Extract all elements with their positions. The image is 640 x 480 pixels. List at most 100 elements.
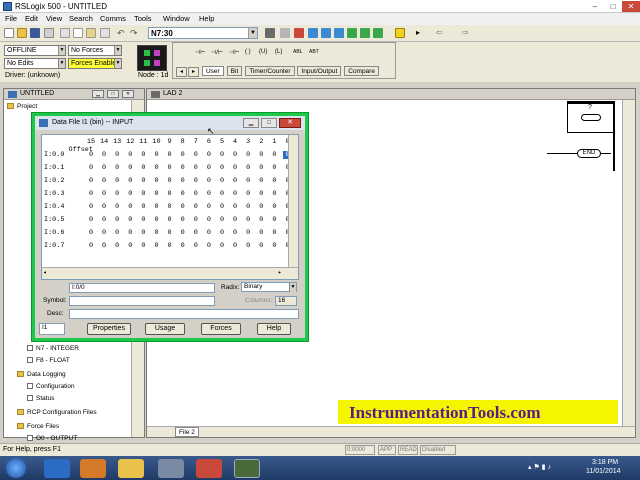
bit-cell[interactable]: 0	[217, 164, 227, 172]
explorer-taskbar-icon[interactable]	[118, 459, 144, 478]
tab-user[interactable]: User	[201, 66, 224, 76]
bit-cell[interactable]: 0	[152, 151, 162, 159]
dialog-maximize-button[interactable]: □	[261, 118, 277, 128]
bit-cell[interactable]: 0	[86, 151, 96, 159]
chevron-down-icon[interactable]: ▼	[248, 28, 257, 38]
tree-item[interactable]: RCP Configuration Files	[17, 409, 97, 416]
bit-cell[interactable]: 0	[243, 190, 253, 198]
chevron-down-icon[interactable]: ▼	[58, 59, 65, 68]
undo-icon[interactable]: ↶	[117, 28, 127, 38]
save-icon[interactable]	[30, 28, 40, 38]
rung-output-box[interactable]: ?	[567, 103, 615, 133]
tree-item[interactable]: Force Files	[17, 423, 59, 430]
maximize-button[interactable]: □	[604, 1, 622, 12]
bit-cell[interactable]: 0	[230, 203, 240, 211]
bit-cell[interactable]: 0	[178, 216, 188, 224]
bit-cell[interactable]: 0	[112, 216, 122, 224]
menu-file[interactable]: File	[5, 14, 17, 23]
bit-cell[interactable]: 0	[112, 177, 122, 185]
bit-cell[interactable]: 0	[112, 242, 122, 250]
tab-scroll-right-icon[interactable]: ▸	[188, 67, 200, 77]
bit-cell[interactable]: 0	[191, 151, 201, 159]
bit-cell[interactable]: 0	[86, 177, 96, 185]
bit-cell[interactable]: 0	[243, 164, 253, 172]
bit-cell[interactable]: 0	[152, 177, 162, 185]
bit-cell[interactable]: 0	[112, 164, 122, 172]
bit-cell[interactable]: 0	[125, 177, 135, 185]
bit-cell[interactable]: 0	[178, 242, 188, 250]
find-prev-icon[interactable]	[360, 28, 370, 38]
menu-tools[interactable]: Tools	[134, 14, 152, 23]
panel-minimize-button[interactable]: ▁	[92, 90, 104, 98]
bit-cell[interactable]: 0	[269, 190, 279, 198]
bit-cell[interactable]: 0	[112, 151, 122, 159]
menu-view[interactable]: View	[46, 14, 62, 23]
bit-cell[interactable]: 0	[256, 151, 266, 159]
instr-xic[interactable]: ⊣⊢	[195, 49, 205, 56]
ladder-scrollbar[interactable]	[622, 100, 635, 426]
bit-cell[interactable]: 0	[86, 242, 96, 250]
bit-cell[interactable]: 0	[138, 203, 148, 211]
chevron-down-icon[interactable]: ▼	[114, 46, 121, 55]
bit-cell[interactable]: 0	[178, 229, 188, 237]
columns-combo[interactable]: 16	[275, 296, 297, 306]
cross-reference-icon[interactable]	[373, 28, 383, 38]
symbol-field[interactable]	[69, 296, 215, 306]
bit-cell[interactable]: 0	[204, 190, 214, 198]
bit-cell[interactable]: 0	[152, 190, 162, 198]
tree-item[interactable]: Configuration	[27, 383, 75, 390]
search-icon[interactable]	[280, 28, 290, 38]
close-button[interactable]: ✕	[622, 1, 640, 12]
bit-cell[interactable]: 0	[204, 151, 214, 159]
bit-cell[interactable]: 0	[230, 151, 240, 159]
radix-combo[interactable]: Binary ▼	[241, 282, 297, 292]
bit-cell[interactable]: 0	[152, 242, 162, 250]
bit-cell[interactable]: 0	[165, 242, 175, 250]
chevron-down-icon[interactable]: ▼	[289, 283, 296, 292]
forward-arrow-icon[interactable]: ⇨	[462, 28, 472, 38]
search-replace-icon[interactable]	[294, 28, 304, 38]
copy-icon[interactable]	[73, 28, 83, 38]
instr-abt[interactable]: ABT	[309, 49, 319, 55]
bit-cell[interactable]: 0	[125, 203, 135, 211]
bit-cell[interactable]: 0	[269, 164, 279, 172]
bit-cell[interactable]: 0	[99, 151, 109, 159]
bit-cell[interactable]: 0	[256, 242, 266, 250]
address-field[interactable]: I:0/0	[69, 283, 215, 293]
program-icon[interactable]	[395, 28, 405, 38]
bit-cell[interactable]: 0	[99, 203, 109, 211]
bit-cell[interactable]: 0	[256, 229, 266, 237]
bit-cell[interactable]: 0	[138, 190, 148, 198]
bit-cell[interactable]: 0	[99, 216, 109, 224]
instr-xio[interactable]: ⊣/⊢	[211, 49, 223, 56]
open-folder-icon[interactable]	[17, 28, 27, 38]
bit-cell[interactable]: 0	[256, 190, 266, 198]
zoom-in-icon[interactable]	[308, 28, 318, 38]
bit-cell[interactable]: 0	[243, 229, 253, 237]
grid-hscrollbar[interactable]: ◂ ▸	[42, 267, 298, 279]
bit-cell[interactable]: 0	[256, 164, 266, 172]
file-number-spinner[interactable]: I1	[39, 323, 65, 335]
bit-cell[interactable]: 0	[217, 151, 227, 159]
bit-cell[interactable]: 0	[165, 164, 175, 172]
tab-timer-counter[interactable]: Timer/Counter	[245, 66, 295, 76]
bit-cell[interactable]: 0	[269, 177, 279, 185]
menu-help[interactable]: Help	[199, 14, 214, 23]
bit-cell[interactable]: 0	[230, 164, 240, 172]
start-button-icon[interactable]	[6, 458, 26, 478]
bit-cell[interactable]: 0	[217, 177, 227, 185]
play-icon[interactable]: ▸	[416, 28, 426, 38]
bit-cell[interactable]: 0	[178, 177, 188, 185]
bit-cell[interactable]: 0	[230, 229, 240, 237]
bit-cell[interactable]: 0	[243, 203, 253, 211]
new-file-icon[interactable]	[4, 28, 14, 38]
tab-bit[interactable]: Bit	[226, 66, 243, 76]
menu-window[interactable]: Window	[163, 14, 190, 23]
bit-cell[interactable]: 0	[178, 203, 188, 211]
bit-cell[interactable]: 0	[125, 164, 135, 172]
bit-cell[interactable]: 0	[243, 216, 253, 224]
bit-cell[interactable]: 0	[204, 242, 214, 250]
bit-cell[interactable]: 0	[165, 177, 175, 185]
redo-icon[interactable]: ↷	[130, 28, 140, 38]
bit-cell[interactable]: 0	[138, 216, 148, 224]
